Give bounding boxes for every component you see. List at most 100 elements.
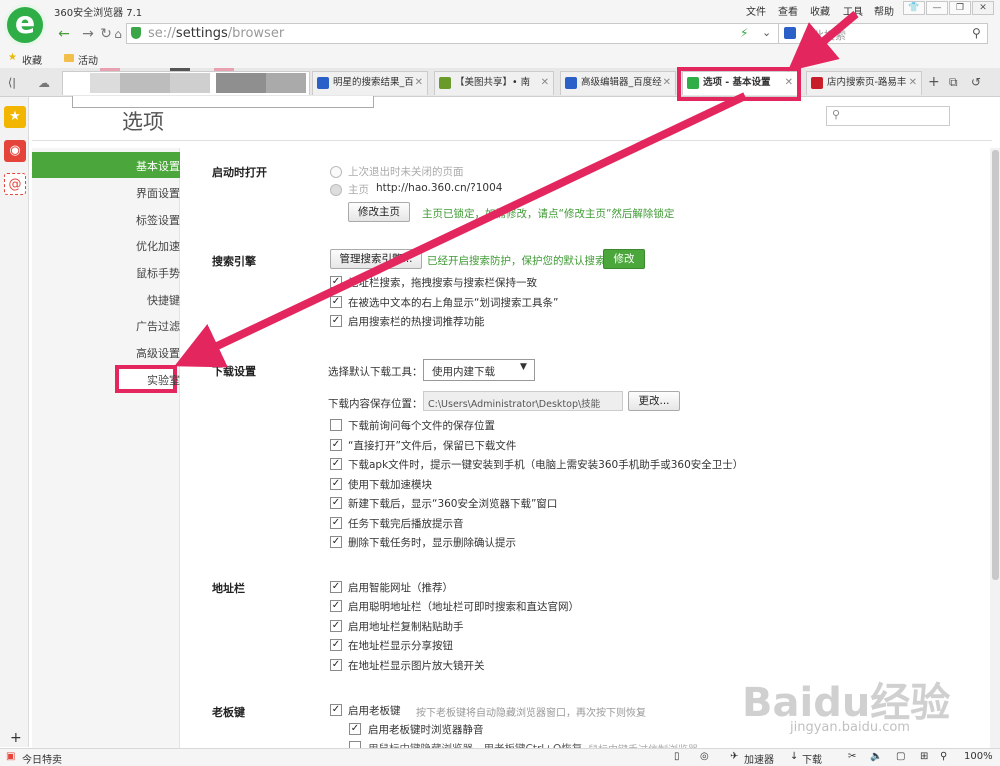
favorites-bar — [0, 48, 1000, 68]
checkbox-clever-addr[interactable]: ✓ — [330, 600, 342, 612]
close-tab-icon[interactable]: ✕ — [663, 72, 671, 94]
checkbox-confirm-delete[interactable]: ✓ — [330, 536, 342, 548]
menu-file[interactable]: 文件 — [746, 3, 766, 18]
checkbox-bosskey[interactable]: ✓ — [330, 704, 342, 716]
security-shield-icon — [131, 27, 141, 39]
radio-home[interactable] — [330, 184, 342, 196]
checkbox-keep-file[interactable]: ✓ — [330, 439, 342, 451]
search-icon: ⚲ — [832, 108, 841, 121]
nav-interface[interactable]: 界面设置 — [40, 185, 180, 201]
checkbox-smart-url[interactable]: ✓ — [330, 581, 342, 593]
checkbox-play-sound[interactable]: ✓ — [330, 517, 342, 529]
nav-basic[interactable]: 基本设置 — [40, 158, 180, 174]
tab-highlight-box — [677, 67, 801, 101]
nav-advanced[interactable]: 高级设置 — [40, 345, 180, 361]
download-button[interactable]: 下载 — [802, 751, 822, 766]
mail-at-icon[interactable]: @ — [4, 173, 26, 195]
back-arrow-icon[interactable]: ← — [54, 24, 74, 44]
close-tab-icon[interactable]: ✕ — [541, 72, 549, 94]
nav-optimize[interactable]: 优化加速 — [40, 238, 180, 254]
tab-advanced-editor[interactable]: 高级编辑器_百度经 ✕ — [560, 71, 676, 95]
window-icon[interactable]: ▢ — [896, 751, 905, 762]
speed-bolt-icon[interactable]: ⚡ — [740, 26, 748, 40]
baidu-paw-icon — [565, 77, 577, 89]
favorites-button[interactable]: 收藏 — [22, 52, 42, 67]
checkbox-word-search[interactable]: ✓ — [330, 296, 342, 308]
tab-list-icon[interactable]: ⟨| — [8, 76, 16, 89]
checkbox-paste-helper[interactable]: ✓ — [330, 620, 342, 632]
accelerator-button[interactable]: 加速器 — [744, 751, 774, 766]
menu-view[interactable]: 查看 — [778, 3, 798, 18]
checkbox-show-window[interactable]: ✓ — [330, 497, 342, 509]
browser-icon[interactable]: ◎ — [700, 751, 709, 762]
tab-image-share[interactable]: 【美图共享】• 南 ✕ — [434, 71, 554, 95]
tmall-icon — [811, 77, 823, 89]
maximize-button[interactable]: ❐ — [949, 1, 971, 15]
blurred-region — [100, 68, 120, 71]
nav-mouse-gestures[interactable]: 鼠标手势 — [40, 265, 180, 281]
close-window-button[interactable]: ✕ — [972, 1, 994, 15]
checkbox-addr-search[interactable]: ✓ — [330, 276, 342, 288]
new-tab-plus-icon[interactable]: + — [928, 74, 940, 90]
checkbox-image-zoom[interactable]: ✓ — [330, 659, 342, 671]
manage-search-button[interactable]: 管理搜索引擎... — [330, 249, 422, 269]
option-bosskey: 启用老板键 — [348, 705, 401, 717]
checkbox-share-button[interactable]: ✓ — [330, 639, 342, 651]
menu-tools[interactable]: 工具 — [843, 3, 863, 18]
favorites-folder-activity[interactable]: 活动 — [78, 52, 98, 67]
tab-store-search[interactable]: 店内搜索页-路易丰 ✕ — [806, 71, 922, 95]
zoom-level[interactable]: 100% — [964, 751, 993, 762]
grid-icon[interactable]: ⊞ — [920, 751, 928, 762]
download-tool-value: 使用内建下载 — [432, 366, 495, 378]
skin-button[interactable]: 👕 — [903, 1, 925, 15]
checkbox-ask-location[interactable] — [330, 419, 342, 431]
close-tab-icon[interactable]: ✕ — [909, 72, 917, 94]
nav-shortcuts[interactable]: 快捷键 — [40, 292, 180, 308]
blurred-region — [90, 73, 120, 93]
menu-favorites[interactable]: 收藏 — [810, 3, 830, 18]
daily-sale-link[interactable]: 今日特卖 — [22, 751, 62, 766]
radio-last-session[interactable] — [330, 166, 342, 178]
checkbox-apk-install[interactable]: ✓ — [330, 458, 342, 470]
checkbox-bosskey-extra[interactable] — [349, 741, 361, 748]
cloud-icon[interactable]: ☁ — [38, 76, 50, 90]
checkbox-bosskey-mute[interactable]: ✓ — [349, 723, 361, 735]
nav-lab[interactable]: 实验室 — [40, 372, 180, 388]
scrollbar-thumb[interactable] — [992, 150, 999, 580]
sound-icon[interactable]: 🔈 — [870, 751, 882, 762]
section-search-title: 搜索引擎 — [212, 255, 256, 268]
option-show-window: 新建下载后，显示“360安全浏览器下载”窗口 — [348, 498, 558, 510]
address-url[interactable]: se://settings/browser — [148, 26, 284, 41]
tab-label: 【美图共享】• 南 — [455, 77, 531, 88]
screenshot-icon[interactable]: ✂ — [848, 751, 856, 762]
minimize-button[interactable]: — — [926, 1, 948, 15]
chevron-down-icon[interactable]: ⌄ — [762, 26, 771, 39]
menu-help[interactable]: 帮助 — [874, 3, 894, 18]
url-path: /browser — [227, 26, 285, 41]
option-apk-install: 下载apk文件时，提示一键安装到手机（电脑上需安装360手机助手或360安全卫士… — [348, 459, 744, 471]
checkbox-hot-words[interactable]: ✓ — [330, 315, 342, 327]
search-magnifier-icon[interactable]: ⚲ — [972, 26, 981, 40]
sidebar-add-icon[interactable]: + — [10, 730, 22, 746]
close-tab-icon[interactable]: ✕ — [415, 72, 423, 94]
change-path-button[interactable]: 更改... — [628, 391, 680, 411]
favorites-star-icon[interactable]: ★ — [4, 106, 26, 128]
baidu-search-icon[interactable] — [784, 27, 796, 39]
forward-arrow-icon[interactable]: → — [78, 24, 98, 44]
undo-close-icon[interactable]: ↺ — [971, 75, 981, 89]
settings-search-input[interactable] — [826, 106, 950, 126]
modify-search-button[interactable]: 修改 — [603, 249, 645, 269]
section-addressbar-title: 地址栏 — [212, 582, 245, 595]
tab-star-search[interactable]: 明星的搜索结果_百 ✕ — [312, 71, 428, 95]
home-icon[interactable]: ⌂ — [108, 24, 128, 44]
dropdown-arrow-icon: ▼ — [520, 362, 527, 372]
modify-home-button[interactable]: 修改主页 — [348, 202, 410, 222]
nav-tabs[interactable]: 标签设置 — [40, 212, 180, 228]
phone-icon[interactable]: ▯ — [674, 751, 680, 762]
restore-tabs-icon[interactable]: ⧉ — [949, 75, 958, 90]
blurred-region — [170, 68, 190, 71]
tab-label: 高级编辑器_百度经 — [581, 77, 662, 88]
checkbox-accelerate[interactable]: ✓ — [330, 478, 342, 490]
nav-adblock[interactable]: 广告过滤 — [40, 318, 180, 334]
weibo-icon[interactable]: ◉ — [4, 140, 26, 162]
